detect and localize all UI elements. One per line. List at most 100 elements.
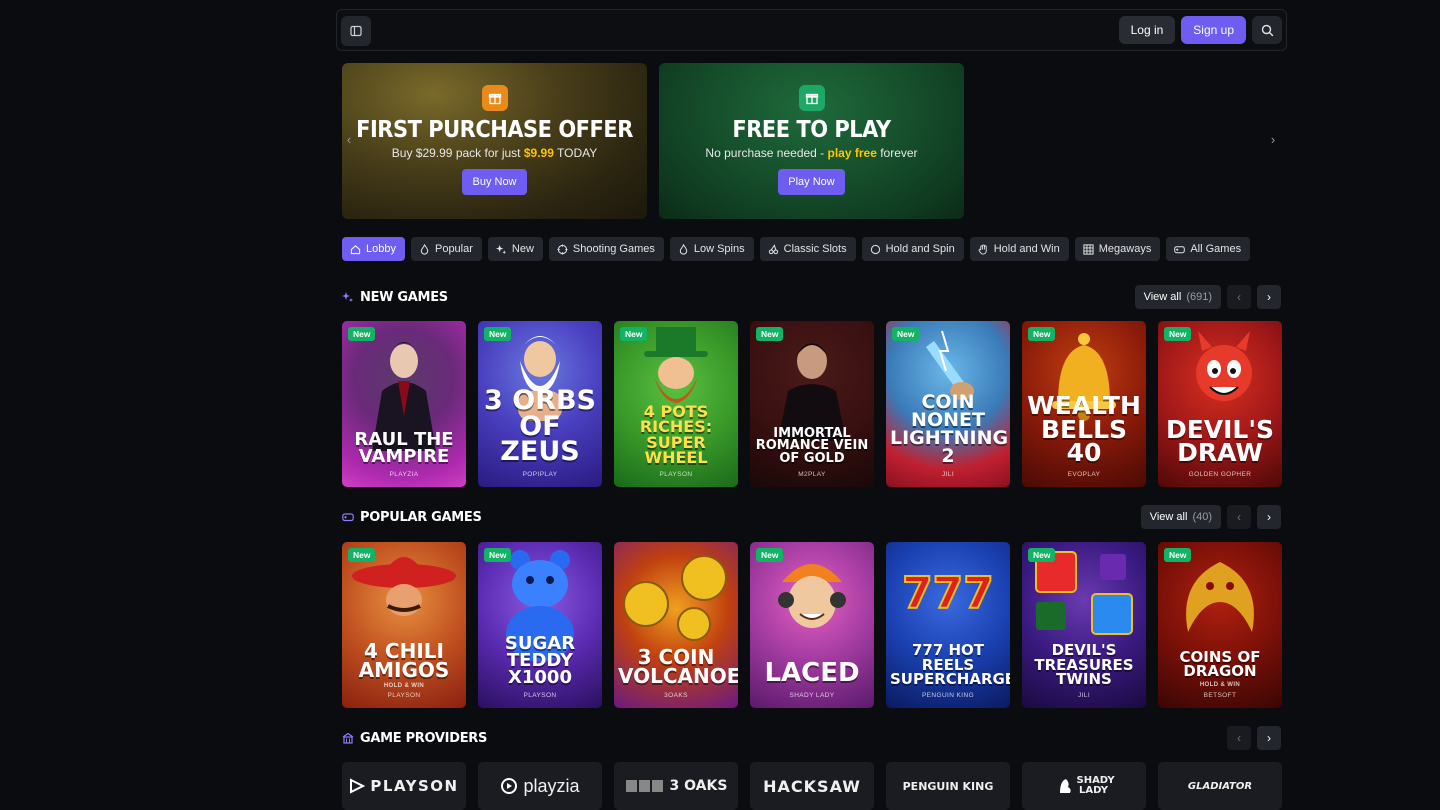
promo-banner-first-purchase[interactable]: FIRST PURCHASE OFFER Buy $29.99 pack for… xyxy=(342,63,647,219)
game-card[interactable]: New 4 CHILI AMIGOS HOLD & WIN PLAYSON xyxy=(342,542,466,708)
game-subtitle: HOLD & WIN xyxy=(1199,682,1241,688)
chevron-left-icon[interactable]: ‹ xyxy=(1227,505,1251,529)
game-card[interactable]: New IMMORTAL ROMANCE VEIN OF GOLD M2PLAY xyxy=(750,321,874,487)
signup-button[interactable]: Sign up xyxy=(1181,16,1246,44)
chevron-right-icon[interactable]: › xyxy=(1257,285,1281,309)
game-title: RAUL THE VAMPIRE xyxy=(354,428,454,467)
game-provider: BETSOFT xyxy=(1203,692,1237,699)
crosshair-icon xyxy=(557,243,568,255)
sparkle-icon xyxy=(495,244,506,254)
sidebar-toggle-button[interactable] xyxy=(341,16,371,46)
game-title: 3 ORBS OF ZEUS xyxy=(484,385,596,468)
game-card[interactable]: 777 777 HOT REELS SUPERCHARGED PENGUIN K… xyxy=(886,542,1010,708)
game-title: 3 COIN VOLCANOES xyxy=(618,645,738,688)
search-icon xyxy=(1261,24,1273,36)
tab-lobby[interactable]: Lobby xyxy=(342,237,405,261)
provider-tile-playson[interactable]: PLAYSON xyxy=(342,762,466,810)
gift-icon xyxy=(481,85,508,111)
game-title: 777 HOT REELS SUPERCHARGED xyxy=(890,641,1010,688)
gamepad-icon xyxy=(1174,245,1186,253)
play-now-button[interactable]: Play Now xyxy=(778,169,845,195)
grid-icon xyxy=(1083,243,1094,255)
tab-shooting-games[interactable]: Shooting Games xyxy=(548,237,664,261)
chevron-left-icon[interactable]: ‹ xyxy=(1227,285,1251,309)
home-icon xyxy=(350,244,361,254)
provider-tile-3-oaks[interactable]: 3 OAKS xyxy=(614,762,738,810)
game-title: COIN NONET LIGHTNING 2 xyxy=(890,390,1009,467)
search-button[interactable] xyxy=(1252,16,1282,44)
promo-banner-free-to-play[interactable]: FREE TO PLAY No purchase needed - play f… xyxy=(659,63,964,219)
game-title: WEALTH BELLS 40 xyxy=(1027,390,1141,468)
view-all-new-games-button[interactable]: View all (691) xyxy=(1134,285,1221,309)
game-card[interactable]: New LACED SHADY LADY xyxy=(750,542,874,708)
svg-text:777: 777 xyxy=(902,568,994,619)
tab-new[interactable]: New xyxy=(487,237,543,261)
flame-icon xyxy=(679,243,688,255)
tab-hold-and-win[interactable]: Hold and Win xyxy=(969,237,1069,261)
banner-title: FIRST PURCHASE OFFER xyxy=(356,115,633,143)
game-card[interactable]: New WEALTH BELLS 40 EVOPLAY xyxy=(1022,321,1146,487)
game-card[interactable]: 3 COIN VOLCANOES 3OAKS xyxy=(614,542,738,708)
tab-megaways[interactable]: Megaways xyxy=(1074,237,1161,261)
game-card[interactable]: New DEVIL'S DRAW GOLDEN GOPHER xyxy=(1158,321,1282,487)
provider-tile-penguin-king[interactable]: PENGUIN KING xyxy=(886,762,1010,810)
game-card[interactable]: New RAUL THE VAMPIRE PLAYZIA xyxy=(342,321,466,487)
banner-text: No purchase needed - play free forever xyxy=(705,146,918,160)
carousel-next-icon[interactable]: › xyxy=(1266,132,1280,150)
top-bar: Log in Sign up xyxy=(336,9,1287,51)
new-games-row: New RAUL THE VAMPIRE PLAYZIA New 3 ORBS … xyxy=(342,321,1282,487)
carousel-prev-icon[interactable]: ‹ xyxy=(342,132,356,150)
shady-lady-logo-icon xyxy=(1059,779,1071,793)
game-provider: JILI xyxy=(941,471,955,478)
buy-now-button[interactable]: Buy Now xyxy=(462,169,527,195)
game-provider: PENGUIN KING xyxy=(921,692,975,699)
game-provider: SHADY LADY xyxy=(789,692,835,699)
game-provider: 3OAKS xyxy=(664,692,688,699)
sidebar-icon xyxy=(350,25,362,37)
game-title: IMMORTAL ROMANCE VEIN OF GOLD xyxy=(755,425,869,466)
provider-tile-hacksaw[interactable]: HACKSAW xyxy=(750,762,874,810)
game-title: DEVIL'S DRAW xyxy=(1165,414,1275,468)
game-provider: EVOPLAY xyxy=(1067,471,1101,478)
section-title: NEW GAMES xyxy=(342,290,448,305)
login-button[interactable]: Log in xyxy=(1118,16,1176,44)
provider-tile-gladiator[interactable]: GLADIATOR xyxy=(1158,762,1282,810)
tab-hold-and-spin[interactable]: Hold and Spin xyxy=(861,237,964,261)
playzia-logo-icon xyxy=(501,778,518,794)
game-title: LACED xyxy=(764,658,860,689)
game-provider: PLAYSON xyxy=(659,471,693,478)
game-card[interactable]: New 4 POTS RICHES: SUPER WHEEL PLAYSON xyxy=(614,321,738,487)
game-card[interactable]: New COIN NONET LIGHTNING 2 JILI xyxy=(886,321,1010,487)
game-card[interactable]: New DEVIL'S TREASURES TWINS JILI xyxy=(1022,542,1146,708)
game-provider: PLAYSON xyxy=(387,692,421,699)
popular-games-header: POPULAR GAMES View all (40) ‹ › xyxy=(342,505,1281,529)
view-all-popular-games-button[interactable]: View all (40) xyxy=(1140,505,1221,529)
banner-text: Buy $29.99 pack for just $9.99 TODAY xyxy=(391,146,598,160)
game-providers-header: GAME PROVIDERS ‹ › xyxy=(342,726,1281,750)
playson-logo-icon xyxy=(350,778,366,794)
chevron-right-icon[interactable]: › xyxy=(1257,505,1281,529)
game-subtitle: HOLD & WIN xyxy=(383,683,425,689)
provider-tile-playzia[interactable]: playzia xyxy=(478,762,602,810)
3oaks-logo-icon xyxy=(625,780,663,792)
category-tabs: Lobby Popular New Shooting Games Low Spi… xyxy=(342,237,1251,261)
circle-icon xyxy=(870,244,880,254)
hand-icon xyxy=(978,243,987,255)
chevron-right-icon[interactable]: › xyxy=(1257,726,1281,750)
tab-classic-slots[interactable]: Classic Slots xyxy=(759,237,856,261)
tab-all-games[interactable]: All Games xyxy=(1166,237,1251,261)
game-card[interactable]: New SUGAR TEDDY X1000 PLAYSON xyxy=(478,542,602,708)
tab-popular[interactable]: Popular xyxy=(410,237,482,261)
game-card[interactable]: New COINS OF DRAGON HOLD & WIN BETSOFT xyxy=(1158,542,1282,708)
popular-games-row: New 4 CHILI AMIGOS HOLD & WIN PLAYSON Ne… xyxy=(342,542,1282,708)
game-card[interactable]: New 3 ORBS OF ZEUS POPIPLAY xyxy=(478,321,602,487)
game-provider: PLAYZIA xyxy=(389,471,419,478)
sparkle-icon xyxy=(342,292,353,302)
provider-tile-shady-lady[interactable]: SHADY LADY xyxy=(1022,762,1146,810)
game-title: 4 POTS RICHES: SUPER WHEEL xyxy=(639,402,713,467)
chevron-left-icon[interactable]: ‹ xyxy=(1227,726,1251,750)
gamepad-icon xyxy=(342,513,354,522)
tab-low-spins[interactable]: Low Spins xyxy=(669,237,754,261)
gift-icon xyxy=(798,85,825,111)
section-title: POPULAR GAMES xyxy=(342,510,482,525)
